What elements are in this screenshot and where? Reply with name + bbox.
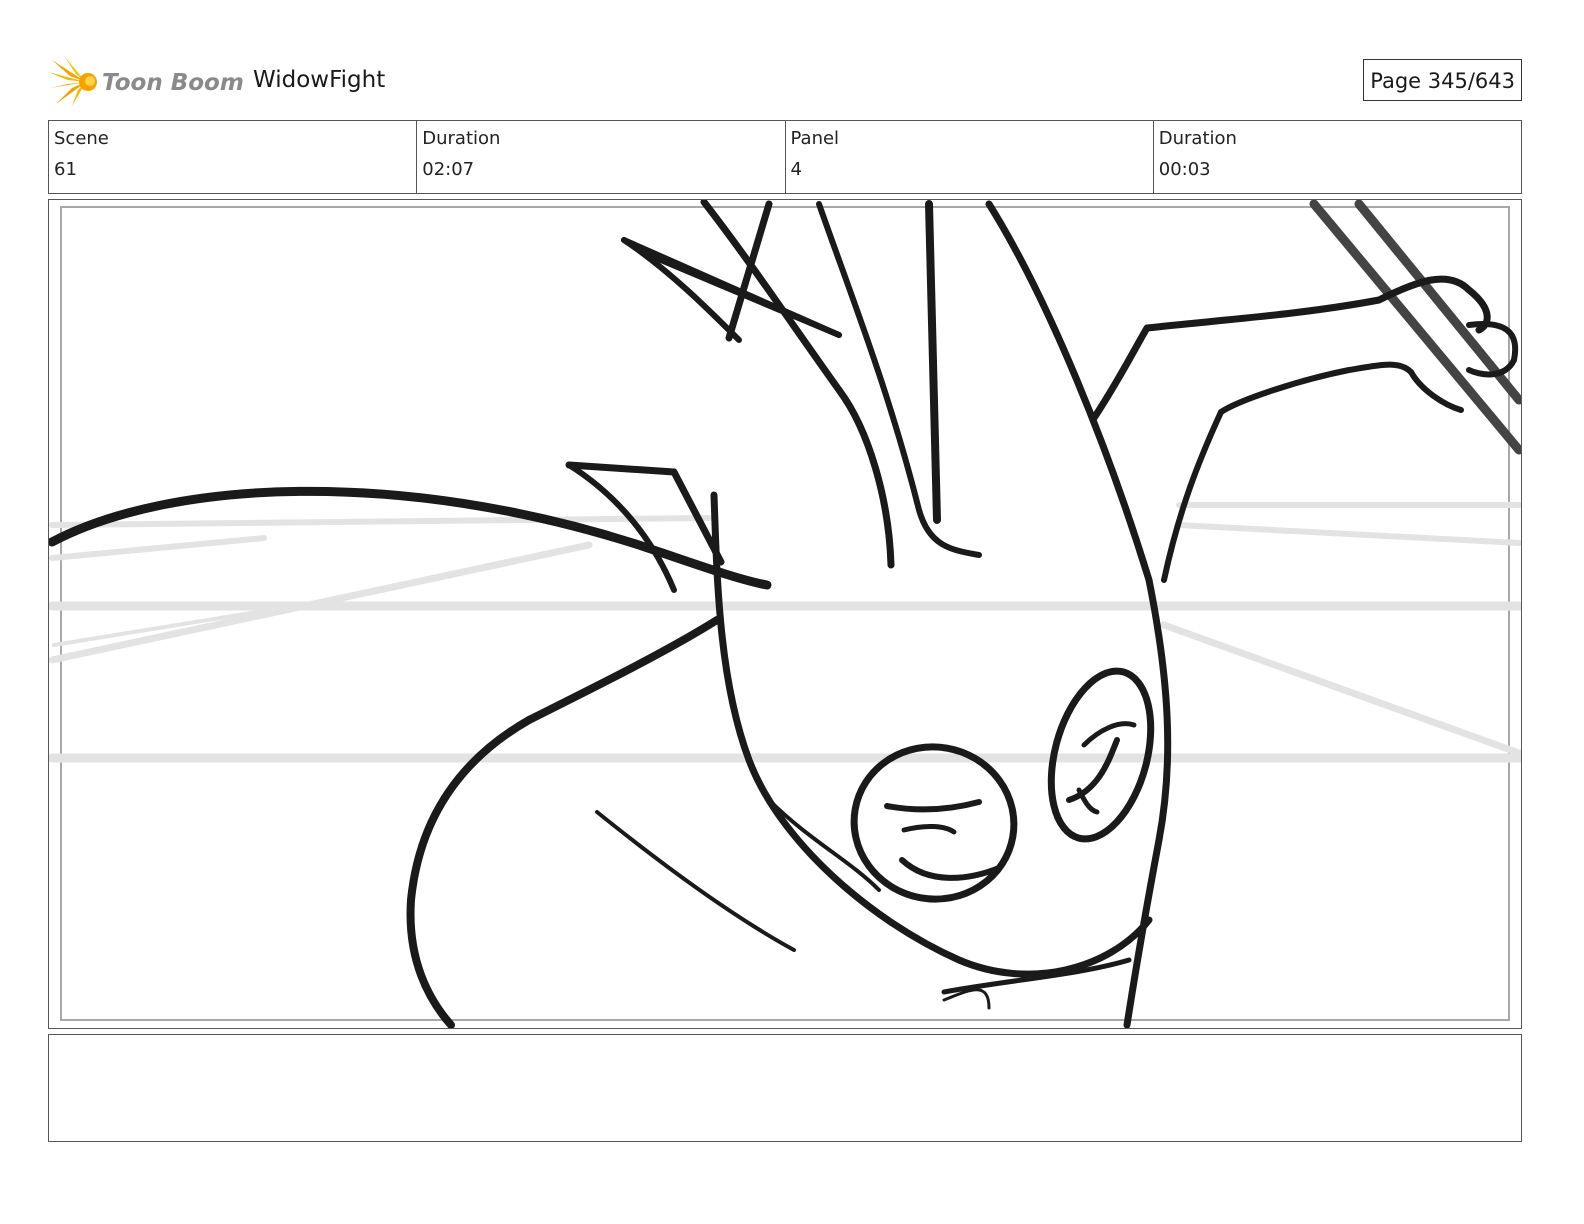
panel-image-frame: [48, 199, 1522, 1029]
scene-value: 61: [54, 159, 77, 180]
storyboard-page: Toon Boom WidowFight Page 345/643 Scene …: [0, 0, 1584, 1224]
scene-duration-cell: Duration 02:07: [417, 121, 786, 193]
burst-icon: [48, 56, 97, 106]
scene-label: Scene: [54, 128, 109, 149]
panel-cell: Panel 4: [786, 121, 1154, 193]
page-header: Toon Boom WidowFight Page 345/643: [48, 54, 1522, 110]
panel-duration-value: 00:03: [1158, 159, 1211, 180]
project-title: WidowFight: [253, 67, 386, 93]
scene-duration-value: 02:07: [422, 159, 475, 180]
scene-cell: Scene 61: [49, 121, 418, 193]
panel-duration-cell: Duration 00:03: [1154, 121, 1521, 193]
storyboard-sketch: [49, 200, 1521, 1028]
notes-box: [48, 1034, 1522, 1142]
panel-duration-label: Duration: [1158, 128, 1237, 149]
toon-boom-logo: Toon Boom: [48, 54, 248, 110]
background-lines: [49, 502, 1521, 763]
panel-label: Panel: [790, 128, 840, 149]
panel-info-table: Scene 61 Duration 02:07 Panel 4 Duration…: [48, 120, 1522, 194]
logo-text: Toon Boom: [102, 70, 244, 96]
page-number: Page 345/643: [1363, 59, 1522, 101]
panel-value: 4: [790, 159, 802, 180]
scene-duration-label: Duration: [422, 128, 501, 149]
